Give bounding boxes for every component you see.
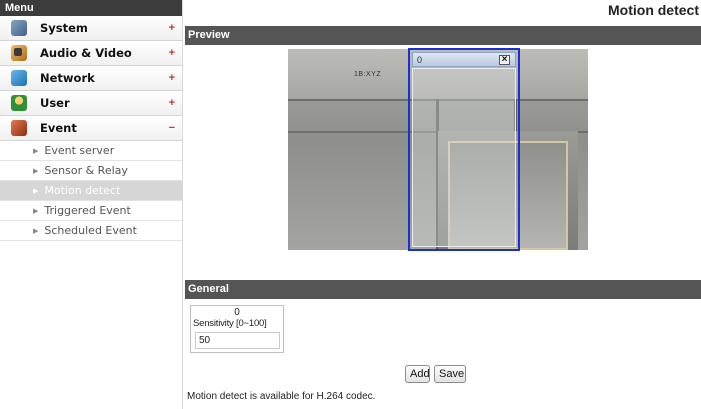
codec-note: Motion detect is available for H.264 cod…: [187, 391, 376, 402]
network-icon: [11, 70, 27, 86]
collapse-icon[interactable]: −: [169, 122, 175, 134]
triangle-right-icon: ▶: [33, 206, 39, 215]
expand-icon[interactable]: +: [169, 72, 175, 84]
main-content: Motion detect Preview 1B:XYZ 0 × General…: [185, 0, 701, 409]
sidebar-item-user[interactable]: User +: [0, 91, 182, 116]
sidebar-item-audio-video[interactable]: Audio & Video +: [0, 41, 182, 66]
expand-icon[interactable]: +: [169, 47, 175, 59]
user-icon: [11, 95, 27, 111]
subitem-label: Motion detect: [44, 184, 121, 197]
sidebar-subitem-triggered-event[interactable]: ▶ Triggered Event: [0, 201, 182, 221]
preview-section-header: Preview: [185, 26, 701, 45]
close-icon[interactable]: ×: [499, 54, 510, 65]
sidebar-item-label: Network: [40, 71, 95, 85]
sidebar-item-label: Event: [40, 121, 77, 135]
sidebar-item-network[interactable]: Network +: [0, 66, 182, 91]
motion-detect-region[interactable]: 0 ×: [408, 48, 520, 251]
sidebar-item-label: Audio & Video: [40, 46, 132, 60]
triangle-right-icon: ▶: [33, 146, 39, 155]
camera-overlay-text: 1B:XYZ: [354, 71, 382, 78]
subitem-label: Sensor & Relay: [44, 164, 128, 177]
sidebar-item-event[interactable]: Event −: [0, 116, 182, 141]
sidebar: Menu System + Audio & Video + Network + …: [0, 0, 183, 409]
audio-video-icon: [11, 45, 27, 61]
page-title: Motion detect: [608, 2, 699, 18]
menu-header: Menu: [0, 0, 182, 16]
sidebar-subitem-event-server[interactable]: ▶ Event server: [0, 141, 182, 161]
general-section-header: General: [185, 280, 701, 299]
sidebar-item-system[interactable]: System +: [0, 16, 182, 41]
sensitivity-label: Sensitivity [0~100]: [193, 318, 267, 329]
expand-icon[interactable]: +: [169, 97, 175, 109]
sidebar-item-label: User: [40, 96, 70, 110]
sidebar-subitem-scheduled-event[interactable]: ▶ Scheduled Event: [0, 221, 182, 241]
triangle-right-icon: ▶: [33, 186, 39, 195]
sidebar-subitem-motion-detect[interactable]: ▶ Motion detect: [0, 181, 182, 201]
triangle-right-icon: ▶: [33, 226, 39, 235]
sidebar-subitem-sensor-relay[interactable]: ▶ Sensor & Relay: [0, 161, 182, 181]
region-settings-table: 0 Sensitivity [0~100]: [190, 305, 284, 353]
triangle-right-icon: ▶: [33, 166, 39, 175]
subitem-label: Scheduled Event: [44, 224, 137, 237]
region-settings-id: 0: [234, 307, 240, 318]
add-button[interactable]: Add: [405, 365, 430, 383]
sensitivity-input[interactable]: [195, 332, 280, 349]
system-icon: [11, 20, 27, 36]
save-button[interactable]: Save: [434, 365, 466, 383]
subitem-label: Triggered Event: [44, 204, 131, 217]
region-id: 0: [417, 54, 423, 65]
expand-icon[interactable]: +: [169, 22, 175, 34]
subitem-label: Event server: [44, 144, 115, 157]
region-header[interactable]: 0 ×: [412, 52, 516, 67]
event-icon: [11, 120, 27, 136]
sidebar-item-label: System: [40, 21, 88, 35]
region-body[interactable]: [412, 68, 516, 247]
